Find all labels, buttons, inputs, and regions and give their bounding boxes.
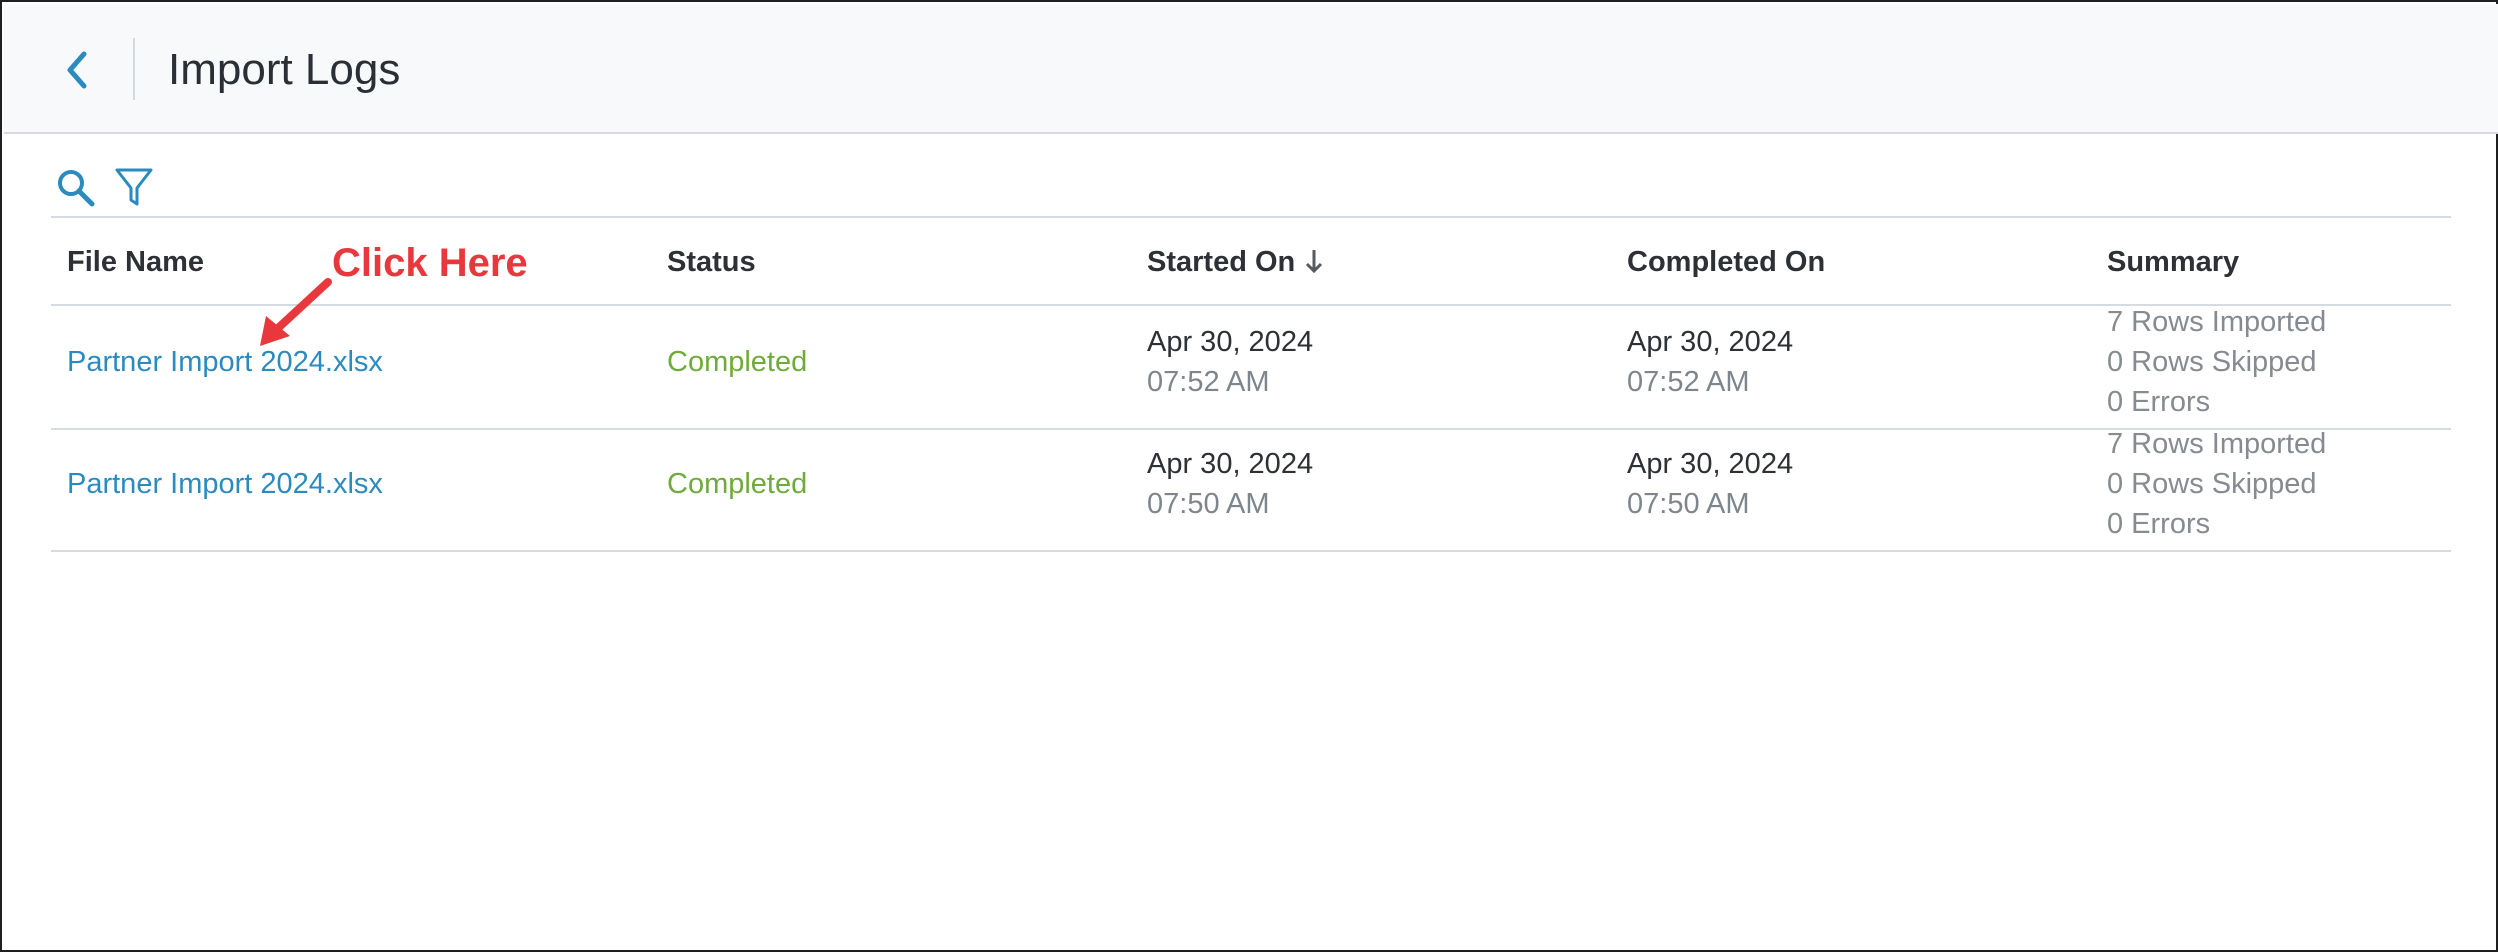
- started-time: 07:52 AM: [1147, 366, 1270, 398]
- column-header-label: File Name: [67, 246, 204, 278]
- column-header-started-on[interactable]: Started On: [1147, 242, 1325, 282]
- table-bottom-border: [51, 550, 2451, 552]
- column-header-label: Completed On: [1627, 246, 1826, 278]
- summary-rows-imported: 7 Rows Imported: [2107, 306, 2327, 338]
- column-header-label: Summary: [2107, 246, 2240, 278]
- column-header-summary[interactable]: Summary: [2107, 242, 2239, 282]
- filter-icon: [115, 168, 153, 206]
- summary-errors: 0 Errors: [2107, 508, 2211, 540]
- file-name-link[interactable]: Partner Import 2024.xlsx: [67, 464, 383, 504]
- summary-rows-imported: 7 Rows Imported: [2107, 428, 2327, 460]
- summary-rows-skipped: 0 Rows Skipped: [2107, 468, 2317, 500]
- column-header-file-name[interactable]: File Name: [67, 242, 204, 282]
- header-divider: [133, 38, 135, 100]
- column-header-label: Status: [667, 246, 756, 278]
- back-button[interactable]: [52, 42, 102, 98]
- filter-button[interactable]: [114, 166, 158, 210]
- status-text: Completed: [667, 468, 808, 500]
- column-header-status[interactable]: Status: [667, 242, 756, 282]
- click-here-annotation: Click Here: [332, 241, 528, 285]
- summary-errors: 0 Errors: [2107, 386, 2211, 418]
- table-top-border: [51, 216, 2451, 218]
- status-text: Completed: [667, 346, 808, 378]
- search-button[interactable]: [54, 166, 98, 210]
- column-header-completed-on[interactable]: Completed On: [1627, 242, 1825, 282]
- summary-rows-skipped: 0 Rows Skipped: [2107, 346, 2317, 378]
- page-header: Import Logs: [4, 4, 2498, 134]
- started-date: Apr 30, 2024: [1147, 326, 1314, 358]
- completed-date: Apr 30, 2024: [1627, 448, 1794, 480]
- started-time: 07:50 AM: [1147, 488, 1270, 520]
- started-date: Apr 30, 2024: [1147, 448, 1314, 480]
- table-row: Partner Import 2024.xlsx Completed Apr 3…: [51, 306, 2451, 428]
- table-row: Partner Import 2024.xlsx Completed Apr 3…: [51, 428, 2451, 550]
- chevron-left-icon: [67, 51, 87, 89]
- annotation-arrow-icon: [260, 278, 332, 346]
- completed-date: Apr 30, 2024: [1627, 326, 1794, 358]
- app-window: Import Logs File Name Status Started On …: [0, 0, 2498, 952]
- search-icon: [58, 170, 95, 207]
- completed-time: 07:52 AM: [1627, 366, 1750, 398]
- page-title: Import Logs: [168, 45, 401, 94]
- completed-time: 07:50 AM: [1627, 488, 1750, 520]
- sort-descending-icon: [1306, 250, 1323, 274]
- column-header-label: Started On: [1147, 246, 1296, 278]
